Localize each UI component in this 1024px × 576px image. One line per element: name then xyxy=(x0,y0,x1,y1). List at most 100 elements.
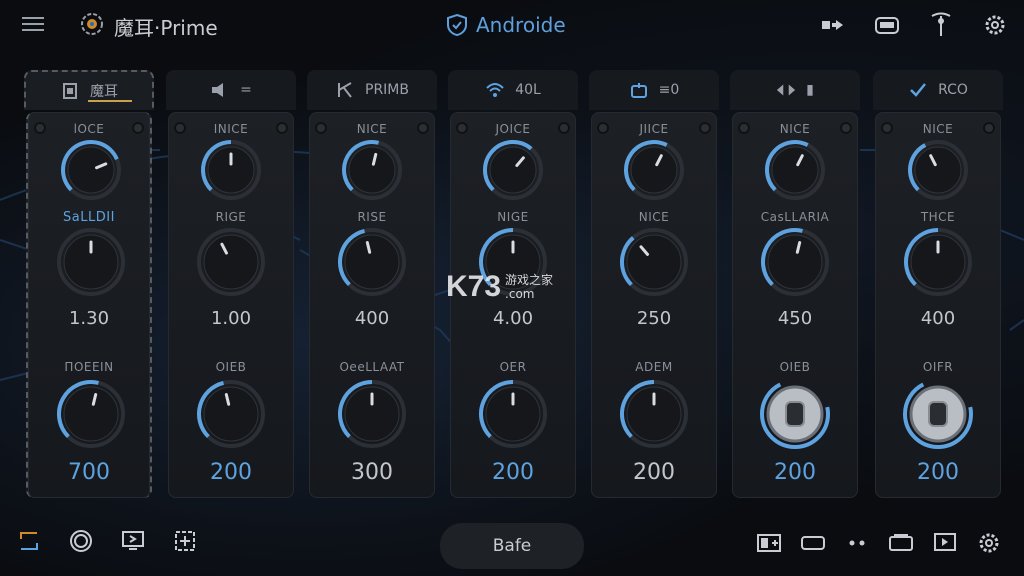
strip-output-value: 200 xyxy=(774,460,816,485)
watermark: K73 游戏之家 .com xyxy=(446,270,553,304)
screen-icon[interactable] xyxy=(118,526,148,556)
tuner-icon[interactable] xyxy=(926,10,956,40)
app-logo-icon xyxy=(78,10,106,38)
knob3[interactable] xyxy=(618,378,690,454)
knob1[interactable] xyxy=(199,138,263,206)
strip-panel: JOICE ΝIGE 4.00 OΕR 200 xyxy=(450,112,576,498)
strip-panel: JΙICE ΝICE 250 ADEM 200 xyxy=(591,112,717,498)
knob1-label: JΙICE xyxy=(639,122,669,136)
knob2-label: SaLLDII xyxy=(63,210,115,225)
strip-header[interactable]: = xyxy=(166,70,296,110)
strip-header[interactable]: RCO xyxy=(873,70,1003,110)
arrows-icon xyxy=(776,81,796,99)
knob2-value: 1.00 xyxy=(210,308,252,329)
safe-button[interactable]: Bafe xyxy=(440,523,584,569)
channel-strip[interactable]: 魔耳 lOCE SaLLDII 1.30 ΠOEEΙΝ 700 xyxy=(24,70,154,498)
shield-check-icon xyxy=(447,13,467,37)
knob2[interactable] xyxy=(759,226,831,302)
knob2-label: THCE xyxy=(920,210,956,224)
strip-header-label: PRIMB xyxy=(365,82,409,98)
knob3-label: OΕR xyxy=(499,360,527,374)
knob2-label: ΝICE xyxy=(638,210,670,224)
knob3-label: OΙEB xyxy=(215,360,247,374)
knob2-value: 4.00 xyxy=(492,308,534,329)
knob2[interactable] xyxy=(55,226,127,302)
speaker-icon xyxy=(210,81,230,99)
strip-output-value: 700 xyxy=(68,460,110,485)
knob1[interactable] xyxy=(906,138,970,206)
knob1-label: ΝΙCE xyxy=(356,122,388,136)
knob2-label: RIGE xyxy=(215,210,247,224)
footswitch[interactable] xyxy=(902,378,974,454)
knob2[interactable] xyxy=(195,226,267,302)
knob2-value: 400 xyxy=(920,308,956,329)
strip-header-label: 魔耳 xyxy=(90,84,118,100)
strip-output-value: 200 xyxy=(492,460,534,485)
strip-header[interactable]: ▮ xyxy=(730,70,860,110)
record-icon[interactable] xyxy=(66,526,96,556)
knob3[interactable] xyxy=(477,378,549,454)
channel-strip[interactable]: RCO ΝICE THCE 400 OΙFR 200 xyxy=(873,70,1003,498)
knob2-value: 400 xyxy=(354,308,390,329)
strip-header[interactable]: PRIMB xyxy=(307,70,437,110)
knob1-label: lOCE xyxy=(73,122,105,136)
strip-header-label: ▮ xyxy=(806,82,814,98)
bottom-right-toolbar xyxy=(754,528,1004,558)
strip-header[interactable]: ≡0 xyxy=(589,70,719,110)
amp-icon[interactable] xyxy=(872,10,902,40)
strip-panel: ΝΙCE RISE 400 OeeLLAAT 300 xyxy=(309,112,435,498)
device-name: Androide xyxy=(476,13,566,37)
knob2[interactable] xyxy=(618,226,690,302)
knob3[interactable] xyxy=(195,378,267,454)
knob1-label: ΙΝΙCE xyxy=(213,122,249,136)
strip-header-label: RCO xyxy=(938,82,968,98)
knob2-value: 250 xyxy=(636,308,672,329)
knob2-label: RISE xyxy=(357,210,387,224)
knob1[interactable] xyxy=(763,138,827,206)
knob2[interactable] xyxy=(902,226,974,302)
strip-header[interactable]: 魔耳 xyxy=(24,70,154,110)
strip-header[interactable]: 40L xyxy=(448,70,578,110)
rectangle-icon[interactable] xyxy=(798,528,828,558)
knob1[interactable] xyxy=(59,138,123,206)
window-icon[interactable] xyxy=(886,528,916,558)
pedal-icon xyxy=(60,82,80,100)
add-box-icon[interactable] xyxy=(754,528,784,558)
channel-strip[interactable]: ▮ ΝICE CasLLARIA 450 OΙEB 200 xyxy=(730,70,860,498)
knob1[interactable] xyxy=(481,138,545,206)
footswitch[interactable] xyxy=(759,378,831,454)
strip-panel: ΙΝΙCE RIGE 1.00 OΙEB 200 xyxy=(168,112,294,498)
dots-icon[interactable] xyxy=(842,528,872,558)
knob1[interactable] xyxy=(340,138,404,206)
app-title: 魔耳·Prime xyxy=(114,16,218,40)
settings-icon[interactable] xyxy=(980,10,1010,40)
knob3[interactable] xyxy=(336,378,408,454)
knob2-label: CasLLARIA xyxy=(760,210,830,224)
knob2[interactable] xyxy=(336,226,408,302)
knob3-label: OΙEB xyxy=(779,360,811,374)
channel-strip[interactable]: = ΙΝΙCE RIGE 1.00 OΙEB 200 xyxy=(166,70,296,498)
strip-panel: lOCE SaLLDII 1.30 ΠOEEΙΝ 700 xyxy=(26,112,152,498)
top-actions xyxy=(818,10,1010,40)
loop-icon xyxy=(629,81,649,99)
knob3[interactable] xyxy=(55,378,127,454)
settings-icon[interactable] xyxy=(974,528,1004,558)
check-icon xyxy=(908,81,928,99)
knob1-label: ΝICE xyxy=(779,122,811,136)
strip-output-value: 200 xyxy=(917,460,959,485)
add-square-icon[interactable] xyxy=(170,526,200,556)
knob1-label: JOICE xyxy=(495,122,531,136)
channel-strip[interactable]: PRIMB ΝΙCE RISE 400 OeeLLAAT 300 xyxy=(307,70,437,498)
knob3-label: OeeLLAAT xyxy=(339,360,405,374)
bypass-icon[interactable] xyxy=(818,10,848,40)
selection-marker xyxy=(88,100,132,102)
strip-output-value: 200 xyxy=(210,460,252,485)
play-box-icon[interactable] xyxy=(930,528,960,558)
strip-header-label: ≡0 xyxy=(658,82,680,98)
knob1[interactable] xyxy=(622,138,686,206)
sync-icon[interactable] xyxy=(14,526,44,556)
channel-strip[interactable]: ≡0 JΙICE ΝICE 250 ADEM 200 xyxy=(589,70,719,498)
bottom-left-toolbar xyxy=(14,526,200,556)
menu-icon[interactable] xyxy=(22,14,46,34)
knob2-label: ΝIGE xyxy=(497,210,529,224)
